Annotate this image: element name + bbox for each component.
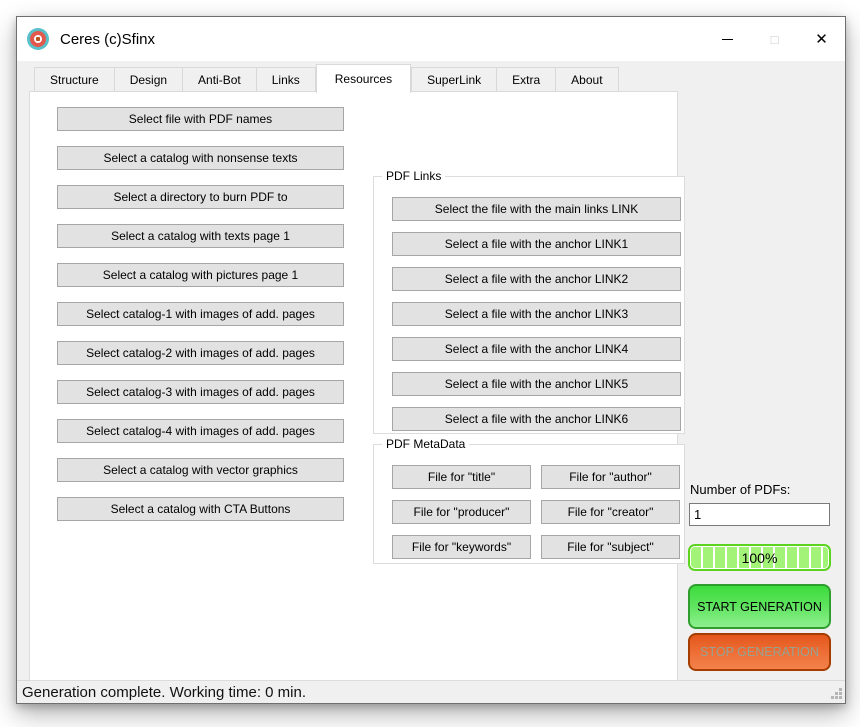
select-anchor-link6-button[interactable]: Select a file with the anchor LINK6 (392, 407, 681, 431)
pdf-links-group: PDF Links Select the file with the main … (373, 169, 685, 434)
progress-percent: 100% (741, 549, 778, 566)
select-texts-page1-button[interactable]: Select a catalog with texts page 1 (57, 224, 344, 248)
stop-generation-button: STOP GENERATION (688, 633, 831, 671)
select-anchor-link4-button[interactable]: Select a file with the anchor LINK4 (392, 337, 681, 361)
resize-grip-icon[interactable] (830, 688, 842, 700)
minimize-icon (722, 38, 733, 40)
pdf-metadata-group-title: PDF MetaData (382, 437, 470, 451)
select-anchor-link3-button[interactable]: Select a file with the anchor LINK3 (392, 302, 681, 326)
maximize-icon: □ (770, 31, 779, 47)
number-of-pdfs-label: Number of PDFs: (690, 482, 791, 497)
generation-progress-bar: 100% (688, 544, 831, 571)
file-for-title-button[interactable]: File for "title" (392, 465, 531, 489)
file-for-subject-button[interactable]: File for "subject" (541, 535, 680, 559)
window-controls: □ ✕ (704, 17, 845, 61)
tab-extra[interactable]: Extra (497, 67, 557, 92)
select-catalog3-images-button[interactable]: Select catalog-3 with images of add. pag… (57, 380, 344, 404)
select-main-links-file-button[interactable]: Select the file with the main links LINK (392, 197, 681, 221)
app-icon (26, 27, 50, 51)
select-burn-directory-button[interactable]: Select a directory to burn PDF to (57, 185, 344, 209)
tab-structure[interactable]: Structure (34, 67, 115, 92)
file-for-producer-button[interactable]: File for "producer" (392, 500, 531, 524)
tab-strip: Structure Design Anti-Bot Links Resource… (34, 64, 619, 93)
file-for-author-button[interactable]: File for "author" (541, 465, 680, 489)
select-anchor-link2-button[interactable]: Select a file with the anchor LINK2 (392, 267, 681, 291)
select-nonsense-texts-button[interactable]: Select a catalog with nonsense texts (57, 146, 344, 170)
pdf-links-group-title: PDF Links (382, 169, 446, 183)
status-message: Generation complete. Working time: 0 min… (22, 683, 307, 701)
file-for-keywords-button[interactable]: File for "keywords" (392, 535, 531, 559)
select-catalog2-images-button[interactable]: Select catalog-2 with images of add. pag… (57, 341, 344, 365)
status-bar: Generation complete. Working time: 0 min… (17, 680, 845, 703)
tab-about[interactable]: About (556, 67, 619, 92)
number-of-pdfs-spinner (689, 503, 860, 526)
number-of-pdfs-input[interactable] (690, 504, 860, 525)
select-anchor-link5-button[interactable]: Select a file with the anchor LINK5 (392, 372, 681, 396)
select-anchor-link1-button[interactable]: Select a file with the anchor LINK1 (392, 232, 681, 256)
minimize-button[interactable] (704, 17, 751, 61)
close-icon: ✕ (815, 31, 828, 48)
file-for-creator-button[interactable]: File for "creator" (541, 500, 680, 524)
select-pdf-names-button[interactable]: Select file with PDF names (57, 107, 344, 131)
select-catalog1-images-button[interactable]: Select catalog-1 with images of add. pag… (57, 302, 344, 326)
title-bar: Ceres (c)Sfinx □ ✕ (17, 17, 845, 61)
tab-superlink[interactable]: SuperLink (411, 67, 498, 92)
pdf-metadata-group: PDF MetaData File for "title" File for "… (373, 437, 685, 564)
select-catalog4-images-button[interactable]: Select catalog-4 with images of add. pag… (57, 419, 344, 443)
start-generation-button[interactable]: START GENERATION (688, 584, 831, 629)
resources-tab-page: Select file with PDF names Select a cata… (29, 91, 685, 681)
window-title: Ceres (c)Sfinx (60, 30, 156, 48)
select-pictures-page1-button[interactable]: Select a catalog with pictures page 1 (57, 263, 344, 287)
select-vector-graphics-button[interactable]: Select a catalog with vector graphics (57, 458, 344, 482)
close-button[interactable]: ✕ (798, 17, 845, 61)
tab-anti-bot[interactable]: Anti-Bot (183, 67, 257, 92)
tab-resources[interactable]: Resources (315, 64, 412, 93)
select-cta-buttons-button[interactable]: Select a catalog with CTA Buttons (57, 497, 344, 521)
tab-links[interactable]: Links (256, 67, 316, 92)
maximize-button: □ (751, 17, 798, 61)
app-window: Ceres (c)Sfinx □ ✕ Structure Design Anti… (16, 16, 860, 704)
tab-design[interactable]: Design (114, 67, 184, 92)
